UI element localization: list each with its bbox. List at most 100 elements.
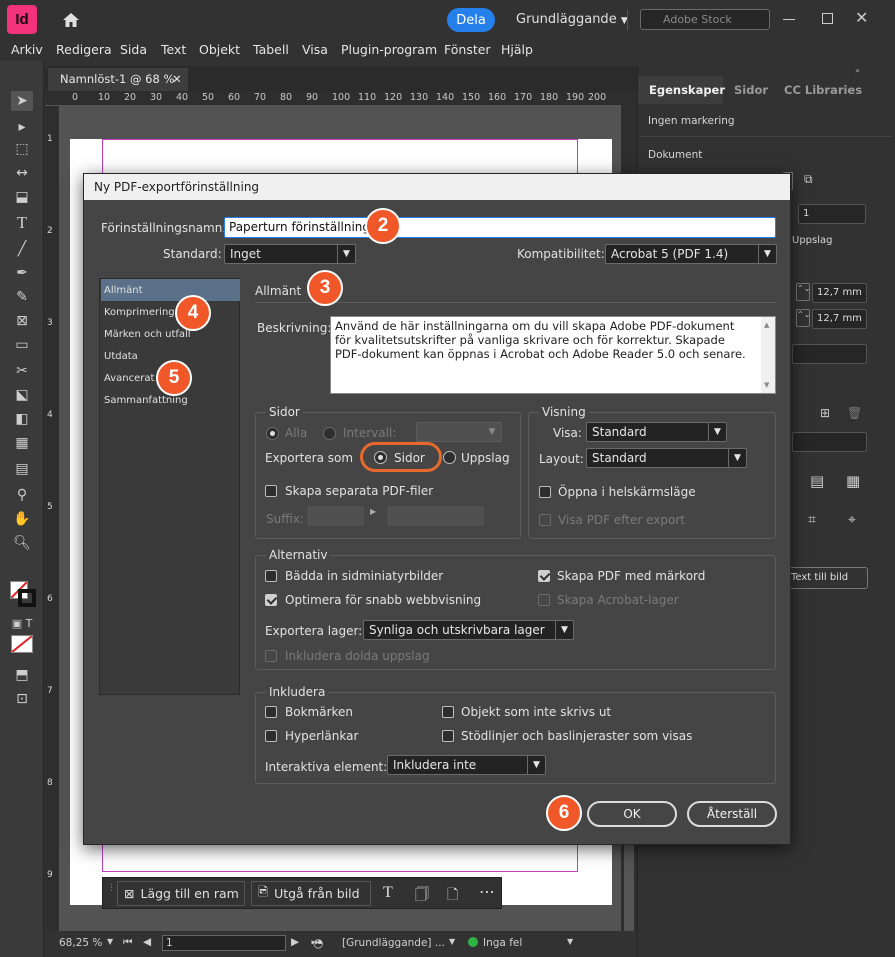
next-page-icon[interactable]: ▶	[291, 936, 299, 948]
nav-item-general[interactable]: Allmänt	[101, 279, 240, 301]
tab-properties[interactable]: Egenskaper	[649, 83, 725, 97]
interactive-select[interactable]: Inkludera inte ▼	[387, 755, 546, 775]
note-tool-icon[interactable]: ▤	[11, 459, 33, 479]
menu-fonster[interactable]: Fönster	[444, 42, 491, 57]
bookmarks-checkbox[interactable]	[265, 706, 277, 718]
workspace-switcher[interactable]: Grundläggande ▼	[516, 12, 628, 27]
add-icon[interactable]: ⊞	[820, 406, 830, 420]
pencil-tool-icon[interactable]: ✎	[11, 287, 33, 307]
menu-tabell[interactable]: Tabell	[253, 42, 289, 57]
distribute-icon[interactable]: ⌖	[848, 512, 856, 528]
preflight-profile[interactable]: [Grundläggande] ...	[342, 937, 445, 949]
eyedropper-icon[interactable]: ⚲	[11, 485, 33, 505]
stroke-swatch[interactable]	[18, 589, 36, 607]
tab-pages[interactable]: Sidor	[734, 83, 768, 97]
close-icon[interactable]: ✕	[172, 72, 182, 86]
description-textarea[interactable]: Använd de här inställningarna om du vill…	[330, 316, 776, 394]
suffix-token-select[interactable]	[387, 506, 484, 526]
content-collector-icon[interactable]: ⬓	[11, 187, 33, 207]
page-tool-icon[interactable]: ⬚	[11, 139, 33, 159]
hand-tool-icon[interactable]: ✋	[11, 509, 33, 529]
add-frame-button[interactable]: ⊠ Lägg till en ram	[117, 881, 245, 906]
trash-icon[interactable]: 🗑	[847, 406, 862, 420]
tab-cc-libraries[interactable]: CC Libraries	[784, 83, 862, 97]
menu-objekt[interactable]: Objekt	[199, 42, 240, 57]
stock-search-input[interactable]: Adobe Stock	[640, 9, 770, 30]
panel-collapse-icon[interactable]: »	[855, 66, 860, 75]
layout-select[interactable]: Standard ▼	[586, 448, 747, 468]
line-tool-icon[interactable]: ╱	[11, 239, 33, 259]
margin-link-icon[interactable]: ⌃⌄	[796, 283, 810, 301]
close-icon[interactable]: ✕	[855, 8, 868, 27]
menu-arkiv[interactable]: Arkiv	[11, 42, 43, 57]
nonprinting-checkbox[interactable]	[442, 706, 454, 718]
radio-export-spreads[interactable]	[443, 451, 456, 464]
prev-page-icon[interactable]: ◀	[143, 936, 151, 948]
more-icon[interactable]: ⋯	[479, 882, 495, 901]
scroll-up-icon[interactable]: ▲	[764, 318, 769, 332]
scissors-icon[interactable]: ✂	[11, 361, 33, 381]
gradient-feather-icon[interactable]: ▦	[11, 433, 33, 453]
grid-icon[interactable]: ▦	[846, 472, 860, 490]
menu-visa[interactable]: Visa	[302, 42, 328, 57]
hyperlinks-checkbox[interactable]	[265, 730, 277, 742]
standard-select[interactable]: Inget ▼	[224, 244, 356, 264]
maximize-icon[interactable]	[822, 13, 833, 24]
acrobat-layers-checkbox[interactable]	[538, 594, 550, 606]
selection-tool-icon[interactable]: ➤	[11, 91, 33, 111]
orientation-icon[interactable]: ⧉	[804, 172, 818, 190]
range-input[interactable]: ▼	[416, 422, 502, 442]
menu-hjalp[interactable]: Hjälp	[501, 42, 533, 57]
chevron-down-icon[interactable]: ▼	[107, 937, 113, 946]
hidden-spreads-checkbox[interactable]	[265, 650, 277, 662]
separate-pdf-checkbox[interactable]	[265, 485, 277, 497]
rectangle-tool-icon[interactable]: ▭	[11, 335, 33, 355]
share-button[interactable]: Dela	[447, 8, 495, 32]
menu-text[interactable]: Text	[161, 42, 186, 57]
direct-selection-icon[interactable]: ▸	[11, 117, 33, 137]
preflight-icon[interactable]: ◔	[313, 936, 323, 950]
apply-none-icon[interactable]	[11, 635, 33, 653]
gap-tool-icon[interactable]: ↔	[11, 163, 33, 183]
margin-top-field[interactable]: 12,7 mm	[812, 283, 867, 303]
export-layers-select[interactable]: Synliga och utskrivbara lager ▼	[363, 620, 574, 640]
table-icon[interactable]: ▤	[810, 472, 824, 490]
panel-field[interactable]	[792, 432, 867, 452]
ok-button[interactable]: OK	[587, 801, 677, 827]
text-icon[interactable]: T	[383, 884, 393, 902]
tagged-pdf-checkbox[interactable]	[538, 570, 550, 582]
nav-item-compression[interactable]: Komprimering	[101, 301, 240, 323]
pages-count-field[interactable]: 1	[798, 204, 866, 224]
minimize-icon[interactable]	[783, 19, 795, 20]
normal-view-icon[interactable]: ⊡	[11, 689, 33, 709]
start-from-image-button[interactable]: 🖻 Utgå från bild	[251, 881, 371, 906]
free-transform-icon[interactable]: ⬕	[11, 385, 33, 405]
screen-mode-icon[interactable]: ⬒	[11, 665, 33, 685]
align-icon[interactable]: ⌗	[808, 512, 816, 528]
nav-item-marks-bleeds[interactable]: Märken och utfall	[101, 323, 240, 345]
scroll-down-icon[interactable]: ▼	[764, 378, 769, 392]
gradient-swatch-icon[interactable]: ◧	[11, 409, 33, 429]
first-page-icon[interactable]: ⏮	[123, 936, 132, 949]
textarea-scrollbar[interactable]: ▲ ▼	[761, 317, 775, 393]
chevron-right-icon[interactable]: ▶	[370, 507, 376, 516]
document-tab[interactable]: Namnlöst-1 @ 68 % ✕	[48, 68, 188, 91]
fullscreen-checkbox[interactable]	[539, 486, 551, 498]
suffix-input[interactable]	[307, 506, 364, 526]
menu-sida[interactable]: Sida	[120, 42, 147, 57]
guides-checkbox[interactable]	[442, 730, 454, 742]
reset-button[interactable]: Återställ	[687, 801, 777, 827]
type-tool-icon[interactable]: T	[11, 213, 33, 233]
grip-icon[interactable]: ⋮	[107, 883, 116, 903]
embed-thumbnails-checkbox[interactable]	[265, 570, 277, 582]
menu-plugin[interactable]: Plugin-program	[341, 42, 437, 57]
preset-name-input[interactable]: Paperturn förinställning	[224, 217, 776, 238]
zoom-tool-icon[interactable]: 🔍︎	[11, 533, 33, 553]
panel-field[interactable]	[792, 344, 867, 364]
page-icon[interactable]: 🗍	[415, 884, 429, 908]
page-number-field[interactable]: 1	[162, 935, 286, 951]
rectangle-frame-icon[interactable]: ⊠	[11, 311, 33, 331]
chevron-down-icon[interactable]: ▼	[449, 937, 455, 946]
margin-stepper-icon[interactable]: ⌃⌄	[796, 309, 810, 327]
stock-search[interactable]: Adobe Stock	[640, 9, 770, 30]
